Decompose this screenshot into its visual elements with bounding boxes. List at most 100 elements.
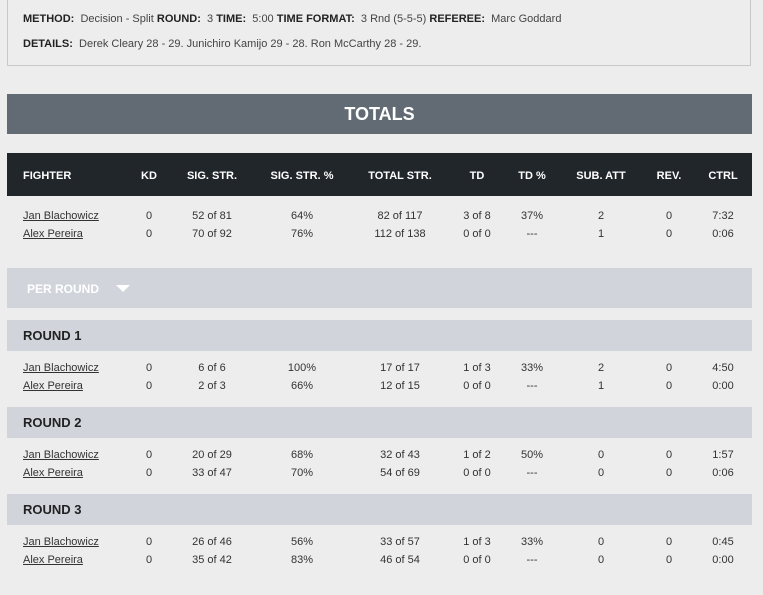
cell-sig-str: 33 of 47 (192, 467, 232, 479)
time-value: 5:00 (252, 13, 274, 25)
round-title: ROUND 3 (23, 502, 82, 517)
cell-td-pct: --- (526, 467, 538, 479)
chevron-down-icon (116, 285, 130, 292)
column-header-td-pct: TD % (518, 170, 546, 182)
fighter-link[interactable]: Jan Blachowicz (23, 210, 99, 222)
cell-sub-att: 0 (597, 554, 605, 566)
details-label: DETAILS: (23, 38, 73, 50)
fighter-link[interactable]: Jan Blachowicz (23, 362, 99, 374)
column-header-sub-att: SUB. ATT (576, 170, 626, 182)
cell-total-str: 32 of 43 (380, 449, 420, 461)
referee-label: REFEREE: (429, 13, 485, 25)
cell-sub-att: 0 (597, 536, 605, 548)
cell-sig-str-pct: 64% (290, 210, 314, 222)
method-value: Decision - Split (80, 13, 154, 25)
cell-rev: 0 (665, 449, 673, 461)
cell-sig-str: 2 of 3 (198, 380, 226, 392)
cell-sig-str-pct: 70% (290, 467, 314, 479)
round-2-table-body: Jan Blachowicz 0 20 of 29 68% 32 of 43 1 of 2… (7, 447, 752, 487)
column-header-kd: KD (141, 170, 157, 182)
cell-ctrl: 1:57 (712, 449, 734, 461)
time-format-label: TIME FORMAT: (276, 13, 355, 25)
table-row: Jan Blachowicz 0 20 of 29 68% 32 of 43 1 of 2… (7, 447, 752, 465)
cell-rev: 0 (665, 380, 673, 392)
column-header-total-str: TOTAL STR. (368, 170, 432, 182)
cell-td: 1 of 2 (463, 449, 491, 461)
cell-kd: 0 (145, 554, 153, 566)
column-header-rev: REV. (656, 170, 682, 182)
cell-sig-str: 35 of 42 (192, 554, 232, 566)
totals-table-body: Jan Blachowicz 0 52 of 81 64% 82 of 117 3 of … (7, 208, 752, 248)
cell-kd: 0 (145, 467, 153, 479)
round-3-header: ROUND 3 (7, 494, 752, 525)
cell-total-str: 54 of 69 (380, 467, 420, 479)
round-1-table-body: Jan Blachowicz 0 6 of 6 100% 17 of 17 1 of 3 3… (7, 360, 752, 400)
cell-rev: 0 (665, 228, 673, 240)
fighter-link[interactable]: Jan Blachowicz (23, 536, 99, 548)
cell-td: 0 of 0 (463, 228, 491, 240)
fighter-link[interactable]: Alex Pereira (23, 554, 83, 566)
round-value: 3 (207, 13, 214, 25)
cell-total-str: 46 of 54 (380, 554, 420, 566)
cell-ctrl: 4:50 (712, 362, 734, 374)
column-header-td: TD (469, 170, 485, 182)
judges-details-line: DETAILS: Derek Cleary 28 - 29. Junichiro… (23, 38, 421, 50)
cell-td-pct: 50% (520, 449, 544, 461)
cell-td-pct: --- (526, 228, 538, 240)
cell-kd: 0 (145, 228, 153, 240)
cell-sig-str-pct: 56% (290, 536, 314, 548)
fighter-link[interactable]: Alex Pereira (23, 228, 83, 240)
cell-rev: 0 (665, 210, 673, 222)
cell-kd: 0 (145, 362, 153, 374)
cell-td: 1 of 3 (463, 536, 491, 548)
cell-rev: 0 (665, 554, 673, 566)
cell-sub-att: 2 (597, 210, 605, 222)
fight-details-line: METHOD: Decision - Split ROUND: 3 TIME: … (23, 13, 561, 25)
column-header-fighter: FIGHTER (23, 170, 72, 182)
cell-td: 1 of 3 (463, 362, 491, 374)
round-1-header: ROUND 1 (7, 320, 752, 351)
cell-td-pct: --- (526, 380, 538, 392)
round-2-header: ROUND 2 (7, 407, 752, 438)
totals-title: TOTALS (7, 94, 752, 134)
cell-sig-str-pct: 76% (290, 228, 314, 240)
cell-sub-att: 0 (597, 449, 605, 461)
fighter-link[interactable]: Jan Blachowicz (23, 449, 99, 461)
cell-kd: 0 (145, 380, 153, 392)
table-row: Jan Blachowicz 0 26 of 46 56% 33 of 57 1 of 3… (7, 534, 752, 552)
cell-sub-att: 1 (597, 228, 605, 240)
round-label: ROUND: (156, 13, 201, 25)
cell-total-str: 82 of 117 (377, 210, 423, 222)
cell-td: 0 of 0 (463, 380, 491, 392)
table-row: Jan Blachowicz 0 52 of 81 64% 82 of 117 3 of … (7, 208, 752, 226)
fighter-link[interactable]: Alex Pereira (23, 380, 83, 392)
cell-sub-att: 1 (597, 380, 605, 392)
cell-sig-str-pct: 66% (290, 380, 314, 392)
fight-details-box: METHOD: Decision - Split ROUND: 3 TIME: … (7, 0, 751, 66)
cell-sig-str: 26 of 46 (192, 536, 232, 548)
cell-kd: 0 (145, 449, 153, 461)
cell-sig-str: 20 of 29 (192, 449, 232, 461)
cell-td-pct: 37% (520, 210, 544, 222)
cell-td: 0 of 0 (463, 467, 491, 479)
cell-kd: 0 (145, 536, 153, 548)
cell-ctrl: 0:06 (712, 467, 734, 479)
table-row: Alex Pereira 0 70 of 92 76% 112 of 138 0 of 0… (7, 226, 752, 244)
details-value: Derek Cleary 28 - 29. Junichiro Kamijo 2… (79, 38, 422, 50)
table-row: Jan Blachowicz 0 6 of 6 100% 17 of 17 1 of 3 3… (7, 360, 752, 378)
stats-table-header: FIGHTER KD SIG. STR. SIG. STR. % TOTAL STR. T… (7, 153, 752, 196)
time-label: TIME: (216, 13, 247, 25)
cell-rev: 0 (665, 467, 673, 479)
cell-rev: 0 (665, 536, 673, 548)
cell-sig-str: 6 of 6 (198, 362, 226, 374)
round-3-table-body: Jan Blachowicz 0 26 of 46 56% 33 of 57 1 of 3… (7, 534, 752, 574)
cell-td-pct: 33% (520, 362, 544, 374)
cell-sig-str-pct: 68% (290, 449, 314, 461)
cell-total-str: 112 of 138 (374, 228, 426, 240)
per-round-toggle[interactable]: PER ROUND (7, 268, 752, 308)
cell-ctrl: 0:00 (712, 380, 734, 392)
column-header-sig-str: SIG. STR. (186, 170, 238, 182)
cell-sub-att: 0 (597, 467, 605, 479)
cell-sig-str: 52 of 81 (192, 210, 232, 222)
fighter-link[interactable]: Alex Pereira (23, 467, 83, 479)
